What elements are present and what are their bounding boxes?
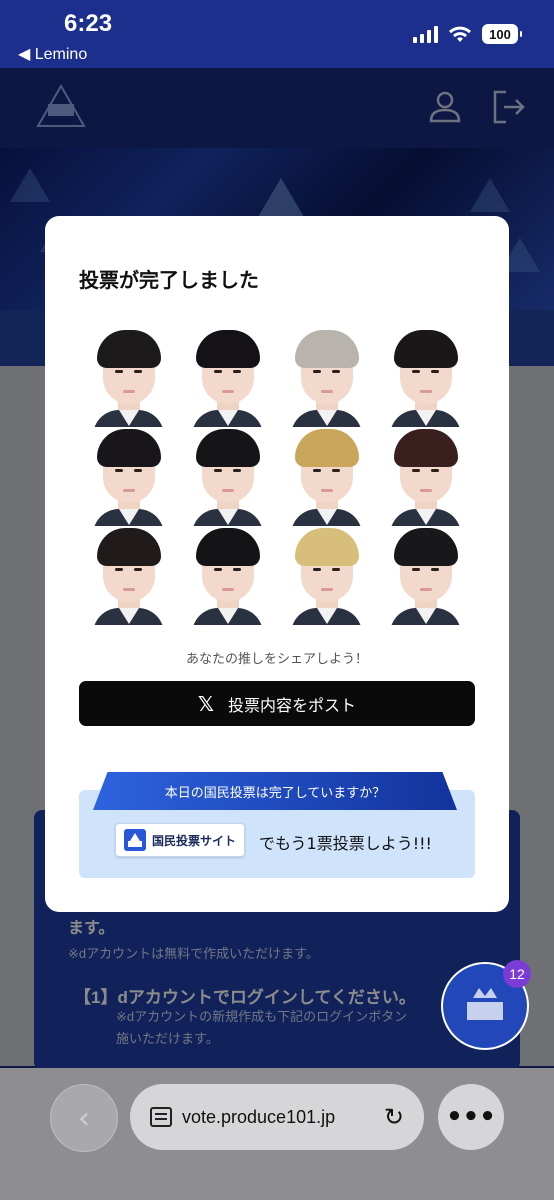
- back-to-app-link[interactable]: ◀ Lemino: [18, 44, 87, 64]
- trainee-photo: [178, 427, 277, 526]
- ballot-box-icon: [124, 829, 146, 851]
- address-bar[interactable]: vote.produce101.jp ↻: [130, 1084, 424, 1150]
- national-vote-site-button[interactable]: 国民投票サイト: [115, 823, 245, 857]
- vote-complete-modal: 投票が完了しました あなたの推しをシェアしよう！ 𝕏 投票内容をポスト 本日の国…: [45, 216, 509, 912]
- notification-badge: 12: [503, 960, 531, 988]
- clock: 6:23: [64, 10, 113, 37]
- trainee-photo: [376, 328, 475, 427]
- trainee-photo: [376, 526, 475, 625]
- signal-icon: [413, 25, 438, 43]
- wifi-icon: [449, 26, 471, 42]
- browser-back-button[interactable]: ‹: [50, 1084, 118, 1152]
- trainee-photo: [277, 328, 376, 427]
- national-vote-question: 本日の国民投票は完了していますか？: [93, 772, 457, 810]
- vote-more-text: でもう1票投票しよう!!!: [259, 834, 432, 853]
- trainee-photo: [79, 427, 178, 526]
- status-icons: 100: [413, 24, 522, 44]
- trainee-photo: [376, 427, 475, 526]
- reload-icon[interactable]: ↻: [384, 1103, 404, 1132]
- battery-icon: 100: [482, 24, 522, 44]
- x-logo-icon: 𝕏: [197, 691, 215, 716]
- trainee-photo-grid: [79, 328, 475, 625]
- share-prompt: あなたの推しをシェアしよう！: [185, 652, 368, 667]
- status-bar: 6:23 ◀ Lemino 100: [0, 0, 554, 68]
- more-options-button[interactable]: •••: [438, 1084, 504, 1150]
- trainee-photo: [79, 328, 178, 427]
- modal-title: 投票が完了しました: [79, 268, 259, 292]
- trainee-photo: [79, 526, 178, 625]
- post-to-x-button[interactable]: 𝕏 投票内容をポスト: [79, 681, 475, 726]
- url-text: vote.produce101.jp: [182, 1106, 336, 1127]
- site-button-label: 国民投票サイト: [152, 833, 237, 848]
- trainee-photo: [277, 427, 376, 526]
- post-button-label: 投票内容をポスト: [228, 695, 357, 715]
- reader-mode-icon[interactable]: [150, 1107, 172, 1127]
- trainee-photo: [277, 526, 376, 625]
- trainee-photo: [178, 328, 277, 427]
- trainee-photo: [178, 526, 277, 625]
